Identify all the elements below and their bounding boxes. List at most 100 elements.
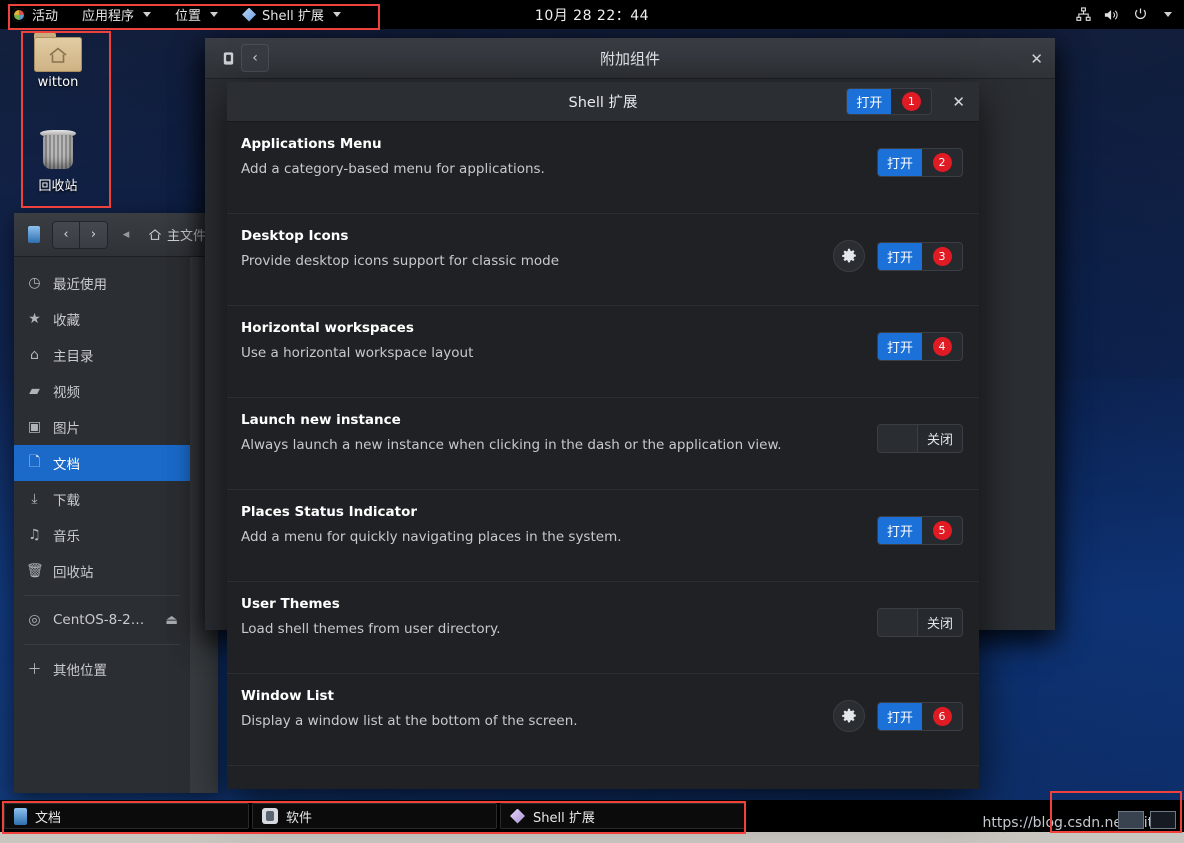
status-badge: 5 — [932, 521, 952, 540]
sidebar-item-videos[interactable]: ▰ 视频 — [14, 373, 190, 409]
taskbar-button-software[interactable]: 软件 — [252, 803, 497, 829]
extension-row[interactable]: User Themes Load shell themes from user … — [227, 582, 979, 674]
gear-icon[interactable] — [832, 700, 865, 732]
workspace-switcher[interactable] — [1118, 811, 1176, 829]
system-status-area[interactable] — [1076, 0, 1180, 29]
toggle-label: 打开 — [877, 242, 922, 270]
breadcrumb[interactable]: 主文件 — [144, 225, 206, 244]
close-icon[interactable]: ✕ — [946, 93, 971, 111]
shell-extensions-dialog[interactable]: Shell 扩展 打开 1 ✕ Applications Menu Add a … — [227, 82, 979, 789]
bottom-strip — [0, 832, 1184, 843]
music-icon: ♫ — [28, 527, 41, 543]
extension-description: Use a horizontal workspace layout — [241, 345, 474, 361]
extension-row[interactable]: Applications Menu Add a category-based m… — [227, 122, 979, 214]
document-icon: 🗋 — [28, 454, 41, 470]
toggle-label: 关闭 — [926, 617, 953, 632]
desktop-icon-home[interactable]: witton — [16, 32, 100, 90]
extension-controls: 打开 6 — [832, 700, 963, 732]
sidebar-item-pictures[interactable]: ▣ 图片 — [14, 409, 190, 445]
back-button[interactable]: ‹ — [241, 44, 269, 72]
sidebar-item-downloads[interactable]: ⤓ 下载 — [14, 481, 190, 517]
desktop-icon-trash[interactable]: 回收站 — [16, 130, 100, 194]
sidebar-item-device[interactable]: ◎ CentOS-8-2… ⏏ — [14, 602, 190, 638]
workspace-2[interactable] — [1150, 811, 1176, 829]
toggle-badge-wrap: 3 — [922, 243, 962, 270]
files-icon — [14, 807, 27, 825]
close-icon[interactable]: ✕ — [1030, 50, 1043, 68]
extension-description: Add a menu for quickly navigating places… — [241, 529, 622, 545]
toggle-badge-wrap: 2 — [922, 149, 962, 176]
sidebar-item-starred[interactable]: ★ 收藏 — [14, 301, 190, 337]
sidebar-item-label: 视频 — [53, 385, 80, 401]
toggle-badge-wrap: 4 — [922, 333, 962, 360]
video-icon: ▰ — [29, 383, 40, 399]
taskbar-button-label: Shell 扩展 — [533, 810, 595, 826]
screen: 活动 应用程序 位置 Shell 扩展 10月 28 22：44 witton … — [0, 0, 1184, 843]
extension-toggle[interactable]: 打开 3 — [876, 241, 963, 271]
sidebar-item-label: 音乐 — [53, 529, 80, 545]
sidebar-item-music[interactable]: ♫ 音乐 — [14, 517, 190, 553]
extension-controls: 打开 2 — [876, 148, 963, 177]
clock[interactable]: 10月 28 22：44 — [0, 0, 1184, 29]
home-icon: ⌂ — [30, 347, 39, 363]
status-badge: 4 — [932, 337, 952, 356]
trash-icon — [40, 130, 76, 172]
software-icon — [215, 45, 241, 71]
extension-row[interactable]: Places Status Indicator Add a menu for q… — [227, 490, 979, 582]
files-titlebar: ‹ › ◂ 主文件 — [14, 213, 218, 257]
files-window[interactable]: ‹ › ◂ 主文件 ◷ 最近使用 ★ 收藏 ⌂ 主目录 ▰ 视频 ▣ 图片 🗋 … — [14, 213, 218, 793]
sidebar-item-label: 其他位置 — [53, 663, 107, 679]
taskbar-button-label: 文档 — [35, 810, 62, 826]
desktop-icon-label: 回收站 — [38, 179, 78, 194]
status-badge: 3 — [932, 246, 952, 266]
toggle-label: 打开 — [877, 517, 922, 544]
extension-row[interactable]: Desktop Icons Provide desktop icons supp… — [227, 214, 979, 306]
gear-icon[interactable] — [832, 240, 865, 272]
chevron-down-icon[interactable] — [1164, 12, 1172, 17]
files-body: ◷ 最近使用 ★ 收藏 ⌂ 主目录 ▰ 视频 ▣ 图片 🗋 文档 ⤓ 下载 ♫ … — [14, 257, 218, 793]
dialog-header-controls: 打开 1 ✕ — [846, 88, 971, 115]
extension-description: Add a category-based menu for applicatio… — [241, 161, 545, 177]
forward-button[interactable]: › — [80, 220, 108, 249]
sidebar-item-label: 主目录 — [53, 349, 94, 365]
desktop-icon-label: witton — [37, 75, 79, 90]
workspace-1[interactable] — [1118, 811, 1144, 829]
home-folder-icon — [34, 32, 82, 72]
sidebar-item-label: 文档 — [53, 457, 80, 473]
extension-row[interactable]: Horizontal workspaces Use a horizontal w… — [227, 306, 979, 398]
extension-toggle[interactable]: 关闭 — [876, 608, 963, 637]
taskbar-button-shell-extension[interactable]: Shell 扩展 — [500, 803, 745, 829]
files-sidebar: ◷ 最近使用 ★ 收藏 ⌂ 主目录 ▰ 视频 ▣ 图片 🗋 文档 ⤓ 下载 ♫ … — [14, 257, 190, 793]
extension-toggle[interactable]: 打开 6 — [876, 701, 963, 731]
extension-toggle[interactable]: 关闭 — [876, 424, 963, 453]
sidebar-item-label: 回收站 — [53, 565, 94, 581]
sidebar-item-other-locations[interactable]: ＋ 其他位置 — [14, 651, 190, 687]
taskbar-button-files[interactable]: 文档 — [4, 803, 249, 829]
software-icon — [262, 808, 278, 824]
sidebar-item-documents[interactable]: 🗋 文档 — [14, 445, 190, 481]
sidebar-item-recent[interactable]: ◷ 最近使用 — [14, 265, 190, 301]
sidebar-item-home[interactable]: ⌂ 主目录 — [14, 337, 190, 373]
addons-titlebar: ‹ 附加组件 ✕ — [205, 38, 1055, 79]
extension-name: Places Status Indicator — [241, 504, 418, 520]
breadcrumb-prev-button[interactable]: ◂ — [112, 221, 140, 249]
header-toggle[interactable]: 打开 1 — [846, 88, 933, 115]
toggle-knob — [877, 609, 918, 636]
eject-icon[interactable]: ⏏ — [165, 612, 178, 628]
toggle-knob — [877, 425, 918, 452]
sidebar-item-label: 图片 — [53, 421, 80, 437]
sidebar-device-label: CentOS-8-2… — [53, 612, 145, 628]
extension-controls: 打开 3 — [832, 240, 963, 272]
extension-description: Load shell themes from user directory. — [241, 621, 501, 637]
extension-toggle[interactable]: 打开 2 — [876, 148, 963, 177]
disc-icon: ◎ — [28, 612, 41, 628]
extension-toggle[interactable]: 打开 5 — [876, 516, 963, 545]
back-button[interactable]: ‹ — [52, 220, 80, 249]
sidebar-item-trash[interactable]: 🗑 回收站 — [14, 553, 190, 589]
extension-controls: 关闭 — [876, 424, 963, 453]
power-icon — [1133, 7, 1148, 22]
extension-row[interactable]: Launch new instance Always launch a new … — [227, 398, 979, 490]
extension-toggle[interactable]: 打开 4 — [876, 332, 963, 361]
extension-row[interactable]: Window List Display a window list at the… — [227, 674, 979, 766]
camera-icon: ▣ — [27, 419, 42, 435]
